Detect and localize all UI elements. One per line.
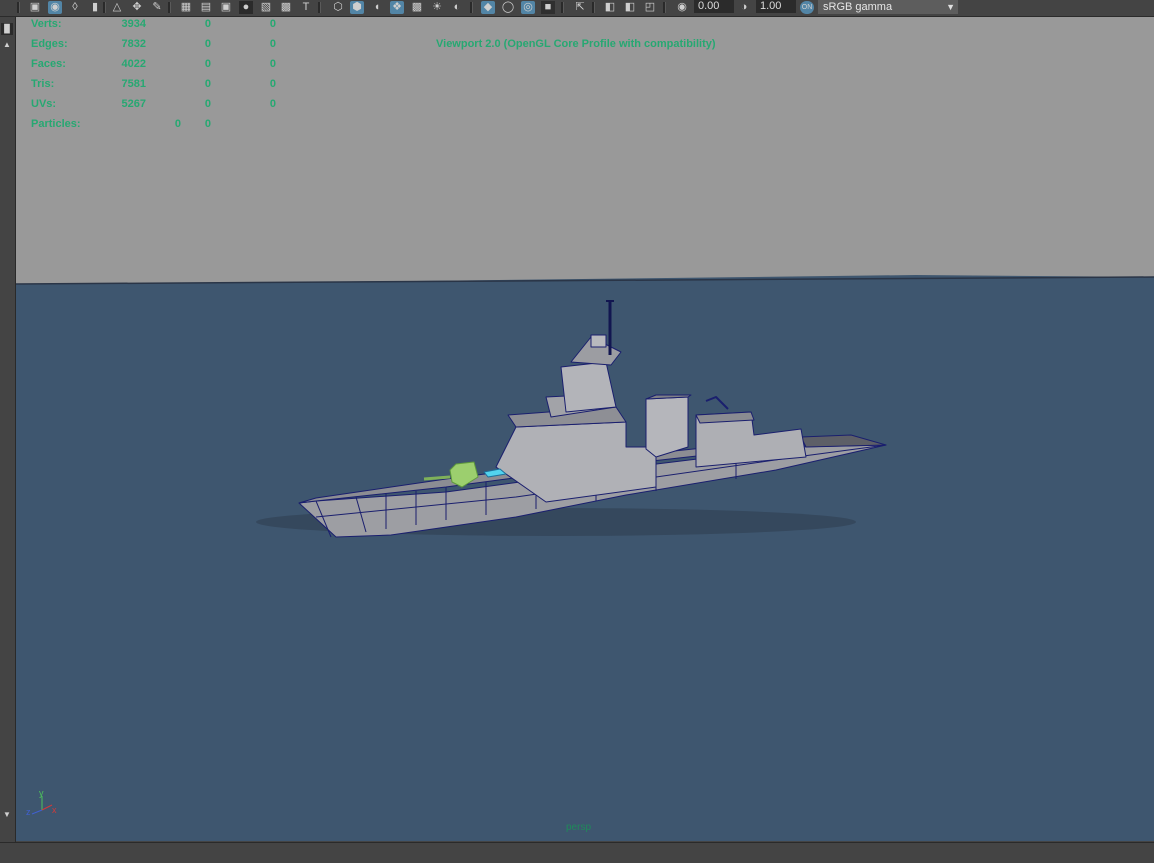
depth-of-field-icon[interactable]: ■ xyxy=(541,1,555,14)
gamma-icon[interactable]: ◑ xyxy=(737,1,751,14)
scroll-down-icon[interactable]: ▼ xyxy=(1,809,13,821)
safe-action-icon[interactable]: ▩ xyxy=(279,1,293,14)
shadows-icon[interactable]: ◐ xyxy=(450,1,464,14)
stat-label: UVs: xyxy=(31,98,57,110)
stat-value: 0 xyxy=(204,58,211,70)
stat-value: 4022 xyxy=(121,58,146,70)
smooth-shade-icon[interactable]: ⬢ xyxy=(350,1,364,14)
toolbar-separator xyxy=(561,2,564,13)
camera-name-label: persp xyxy=(566,822,592,833)
xray-joints-icon[interactable]: ◧ xyxy=(623,1,637,14)
2d-pan-icon[interactable]: ✥ xyxy=(130,1,144,14)
stat-value: 0 xyxy=(269,78,276,90)
heads-up-display: Verts: 3934 0 0 Edges: 7832 0 0 Faces: 4… xyxy=(16,17,1154,157)
bookmark-icon[interactable]: ▮ xyxy=(88,1,102,14)
image-plane-icon[interactable]: △ xyxy=(110,1,124,14)
stat-value: 0 xyxy=(204,18,211,30)
color-space-value: sRGB gamma xyxy=(823,1,893,13)
gamma-field[interactable]: 1.00 xyxy=(756,0,796,13)
textured-icon[interactable]: ❖ xyxy=(390,1,404,14)
stat-value: 0 xyxy=(204,78,211,90)
camera-attributes-icon[interactable]: ◉ xyxy=(48,1,62,14)
stat-label: Tris: xyxy=(31,78,55,90)
scroll-up-icon[interactable]: ▲ xyxy=(1,39,13,51)
xray-active-icon[interactable]: ◰ xyxy=(643,1,657,14)
toolbar-separator xyxy=(663,2,666,13)
stat-label: Faces: xyxy=(31,58,66,70)
toolbar-separator xyxy=(103,2,106,13)
stat-value: 0 xyxy=(204,98,211,110)
stat-label: Edges: xyxy=(31,38,68,50)
radar-housing xyxy=(590,334,607,348)
axis-x-label: x xyxy=(52,805,57,815)
toolbar-separator xyxy=(17,2,20,13)
film-gate-icon[interactable]: ▤ xyxy=(199,1,213,14)
particles-label: Particles: xyxy=(31,118,81,130)
camera-select-icon[interactable]: ▣ xyxy=(28,1,42,14)
anti-alias-icon[interactable]: ◎ xyxy=(521,1,535,14)
axis-y-label: y xyxy=(39,788,44,798)
color-management-icon[interactable]: ON xyxy=(800,1,814,14)
mast-block xyxy=(560,361,617,413)
viewport-toolbar: ▣ ◉ ◊ ▮ △ ✥ ✎ ▦ ▤ ▣ ● ▧ ▩ T ⬡ ⬢ ◖ ❖ ▩ ☀ … xyxy=(0,0,1154,17)
axis-z-label: z xyxy=(26,807,31,817)
toolbar-separator xyxy=(470,2,473,13)
use-all-lights-icon[interactable]: ▩ xyxy=(410,1,424,14)
exposure-field[interactable]: 0.00 xyxy=(694,0,734,13)
funnel xyxy=(645,396,689,458)
stat-value: 0 xyxy=(269,98,276,110)
isolate-select-icon[interactable]: ⇱ xyxy=(573,1,587,14)
stat-value: 0 xyxy=(269,18,276,30)
light-icon[interactable]: ☀ xyxy=(430,1,444,14)
stat-value: 0 xyxy=(204,38,211,50)
toolbar-separator xyxy=(318,2,321,13)
xray-icon[interactable]: ◧ xyxy=(603,1,617,14)
exposure-icon[interactable]: ◉ xyxy=(675,1,689,14)
stat-value: 7581 xyxy=(121,78,146,90)
field-chart-icon[interactable]: ▧ xyxy=(259,1,273,14)
safe-title-icon[interactable]: T xyxy=(299,1,313,14)
stat-value: 0 xyxy=(269,58,276,70)
wireframe-on-shaded-icon[interactable]: ◖ xyxy=(370,1,384,14)
chevron-down-icon: ▼ xyxy=(946,2,955,12)
toolbar-separator xyxy=(592,2,595,13)
panel-toggle-icon[interactable]: █ xyxy=(1,23,13,35)
grease-pencil-icon[interactable]: ✎ xyxy=(150,1,164,14)
left-panel-strip: █ ▲ ▼ xyxy=(0,17,16,843)
bottom-bar xyxy=(0,842,1154,863)
renderer-label: Viewport 2.0 (OpenGL Core Profile with c… xyxy=(436,38,716,50)
gate-mask-icon[interactable]: ● xyxy=(239,1,253,14)
grid-icon[interactable]: ▦ xyxy=(179,1,193,14)
stat-label: Verts: xyxy=(31,18,62,30)
resolution-gate-icon[interactable]: ▣ xyxy=(219,1,233,14)
stat-value: 3934 xyxy=(121,18,146,30)
color-space-dropdown[interactable]: sRGB gamma ▼ xyxy=(818,0,958,14)
camera-lock-icon[interactable]: ◊ xyxy=(68,1,82,14)
stat-value: 5267 xyxy=(121,98,146,110)
stat-value: 0 xyxy=(269,38,276,50)
toolbar-separator xyxy=(168,2,171,13)
screen-space-ao-icon[interactable]: ◆ xyxy=(481,1,495,14)
stat-value: 0 xyxy=(204,118,211,130)
motion-blur-icon[interactable]: ◯ xyxy=(501,1,515,14)
stat-value: 7832 xyxy=(121,38,146,50)
3d-viewport[interactable]: Verts: 3934 0 0 Edges: 7832 0 0 Faces: 4… xyxy=(16,17,1154,841)
wireframe-icon[interactable]: ⬡ xyxy=(331,1,345,14)
